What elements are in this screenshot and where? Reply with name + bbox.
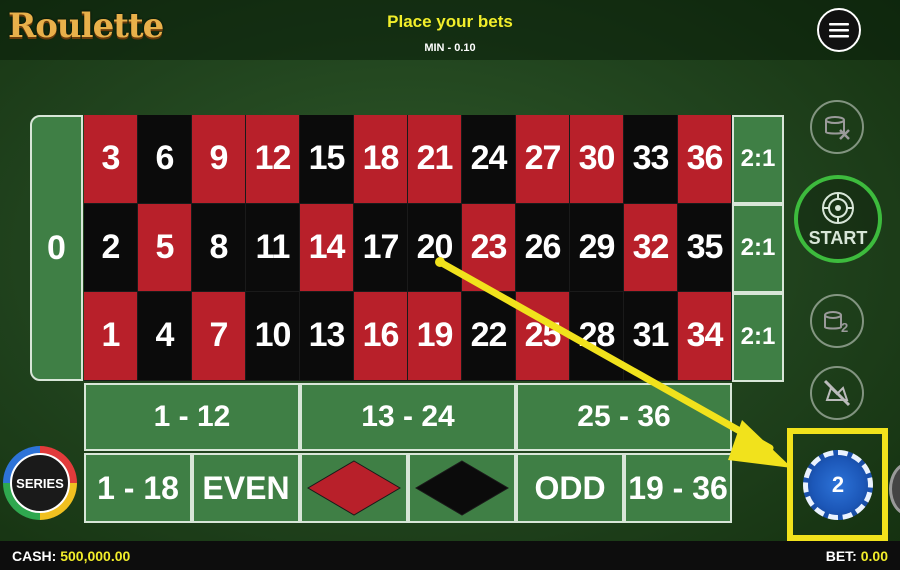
column-bet-top[interactable]: 2:1 — [732, 115, 784, 204]
series-label: SERIES — [10, 453, 70, 513]
bet-spot-number-2[interactable]: 2 — [84, 203, 138, 293]
bet-spot-number-22[interactable]: 22 — [462, 292, 516, 381]
top-bar: Roulette Place your bets MIN - 0.10 — [0, 0, 900, 60]
bet-spot-number-9[interactable]: 9 — [192, 115, 246, 204]
menu-button[interactable] — [817, 8, 861, 52]
chip-selector[interactable]: 2 — [803, 450, 873, 520]
next-chip-partial[interactable] — [889, 462, 900, 516]
bet-spot-number-10[interactable]: 10 — [246, 292, 300, 381]
bet-spot-number-14[interactable]: 14 — [300, 203, 354, 293]
bet-spot-number-21[interactable]: 21 — [408, 115, 462, 204]
bet-spot-number-15[interactable]: 15 — [300, 115, 354, 204]
cash-label: CASH: — [12, 548, 57, 564]
bet-spot-number-17[interactable]: 17 — [354, 203, 408, 293]
roulette-wheel-icon — [822, 191, 854, 224]
bet-spot-number-30[interactable]: 30 — [570, 115, 624, 204]
bet-spot-number-16[interactable]: 16 — [354, 292, 408, 381]
column-bet-bottom[interactable]: 2:1 — [732, 293, 784, 382]
bet-spot-number-26[interactable]: 26 — [516, 203, 570, 293]
cash-display: CASH: 500,000.00 — [12, 548, 130, 564]
bet-spot-number-3[interactable]: 3 — [84, 115, 138, 204]
bet-spot-even[interactable]: EVEN — [192, 453, 300, 523]
outside-bets: 1 - 18 EVEN ODD 19 - 36 — [84, 453, 732, 523]
bet-spot-number-12[interactable]: 12 — [246, 115, 300, 204]
bet-value: 0.00 — [860, 548, 888, 564]
bet-spot-number-32[interactable]: 32 — [624, 203, 678, 293]
red-diamond-icon — [307, 460, 401, 516]
clear-bets-icon — [825, 116, 850, 140]
double-bet-icon: 2 — [824, 311, 848, 335]
bet-spot-number-8[interactable]: 8 — [192, 203, 246, 293]
bet-instruction: Place your bets — [387, 12, 513, 31]
bet-spot-number-33[interactable]: 33 — [624, 115, 678, 204]
dozen-bets: 1 - 12 13 - 24 25 - 36 — [84, 383, 732, 451]
bet-spot-number-23[interactable]: 23 — [462, 203, 516, 293]
bet-spot-black[interactable] — [408, 453, 516, 523]
bet-spot-number-1[interactable]: 1 — [84, 292, 138, 381]
roulette-board: 0 3 6 9 12 15 18 21 24 27 30 33 36 2 5 8 11 14 17 20 23 26 29… — [30, 113, 786, 523]
bet-label: BET: — [825, 548, 857, 564]
bet-spot-number-7[interactable]: 7 — [192, 292, 246, 381]
bet-spot-number-31[interactable]: 31 — [624, 292, 678, 381]
dozen-bet-first[interactable]: 1 - 12 — [84, 383, 300, 451]
double-bet-button[interactable]: 2 — [810, 294, 864, 348]
rebet-disabled-icon — [823, 379, 851, 407]
bet-spot-number-18[interactable]: 18 — [354, 115, 408, 204]
rebet-button[interactable] — [810, 366, 864, 420]
bet-spot-number-11[interactable]: 11 — [246, 203, 300, 293]
bet-spot-odd[interactable]: ODD — [516, 453, 624, 523]
bet-display: BET: 0.00 — [826, 548, 888, 564]
bet-spot-low[interactable]: 1 - 18 — [84, 453, 192, 523]
hamburger-menu-icon — [829, 23, 849, 38]
svg-text:2: 2 — [841, 320, 848, 335]
bet-spot-number-36[interactable]: 36 — [678, 115, 732, 204]
min-bet-label: MIN - 0.10 — [424, 42, 476, 54]
bet-spot-number-28[interactable]: 28 — [570, 292, 624, 381]
selected-chip-highlight: 2 — [787, 428, 888, 541]
bet-spot-number-25[interactable]: 25 — [516, 292, 570, 381]
game-logo: Roulette — [8, 6, 164, 46]
bet-spot-number-29[interactable]: 29 — [570, 203, 624, 293]
bet-spot-high[interactable]: 19 - 36 — [624, 453, 732, 523]
bet-spot-number-20[interactable]: 20 — [408, 203, 462, 293]
bet-spot-number-19[interactable]: 19 — [408, 292, 462, 381]
bet-spot-number-4[interactable]: 4 — [138, 292, 192, 381]
bet-spot-number-35[interactable]: 35 — [678, 203, 732, 293]
cash-value: 500,000.00 — [60, 548, 131, 564]
black-diamond-icon — [415, 460, 509, 516]
clear-bets-button[interactable] — [810, 100, 864, 154]
bet-spot-number-34[interactable]: 34 — [678, 292, 732, 381]
bet-spot-red[interactable] — [300, 453, 408, 523]
bottom-bar: CASH: 500,000.00 BET: 0.00 — [0, 541, 900, 570]
bet-spot-number-5[interactable]: 5 — [138, 203, 192, 293]
bet-spot-number-27[interactable]: 27 — [516, 115, 570, 204]
start-label: START — [808, 227, 868, 248]
number-grid: 3 6 9 12 15 18 21 24 27 30 33 36 2 5 8 11 14 17 20 23 26 29 32… — [84, 115, 732, 381]
dozen-bet-third[interactable]: 25 - 36 — [516, 383, 732, 451]
bet-spot-number-24[interactable]: 24 — [462, 115, 516, 204]
bet-spot-number-6[interactable]: 6 — [138, 115, 192, 204]
dozen-bet-second[interactable]: 13 - 24 — [300, 383, 516, 451]
bet-spot-number-13[interactable]: 13 — [300, 292, 354, 381]
column-bet-middle[interactable]: 2:1 — [732, 204, 784, 293]
start-spin-button[interactable]: START — [794, 175, 882, 263]
series-button[interactable]: SERIES — [3, 446, 77, 520]
bet-spot-zero[interactable]: 0 — [30, 115, 83, 381]
